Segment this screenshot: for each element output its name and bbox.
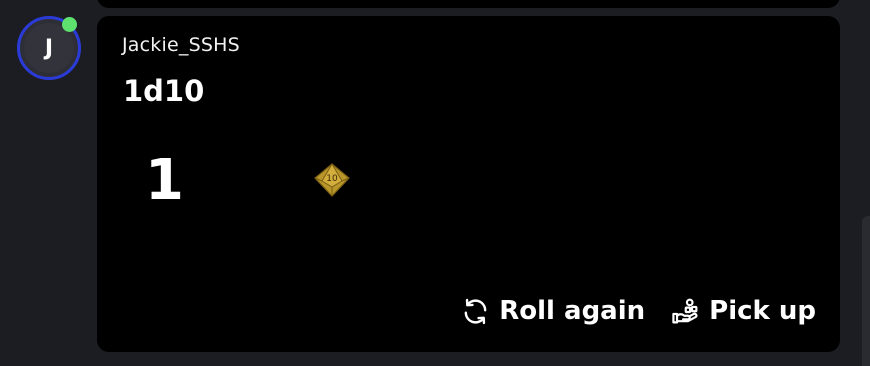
roll-result: 1 [145,148,184,213]
roll-again-button[interactable]: Roll again [461,296,645,326]
hand-pick-up-icon [672,298,698,323]
scrollbar[interactable] [862,216,870,366]
dice-roll-message-card: Jackie_SSHS 1d10 1 10 Roll again Pick up [97,16,840,352]
pick-up-label: Pick up [709,296,816,326]
username: Jackie_SSHS [122,34,240,56]
d10-die-icon[interactable]: 10 [312,163,352,197]
roll-formula: 1d10 [123,74,205,108]
pick-up-button[interactable]: Pick up [671,296,816,326]
refresh-icon [464,298,487,324]
online-status-indicator [62,17,77,32]
previous-message-card [97,0,840,8]
roll-again-label: Roll again [499,296,646,326]
die-face-label: 10 [326,174,338,184]
message-actions: Roll again Pick up [461,296,816,326]
